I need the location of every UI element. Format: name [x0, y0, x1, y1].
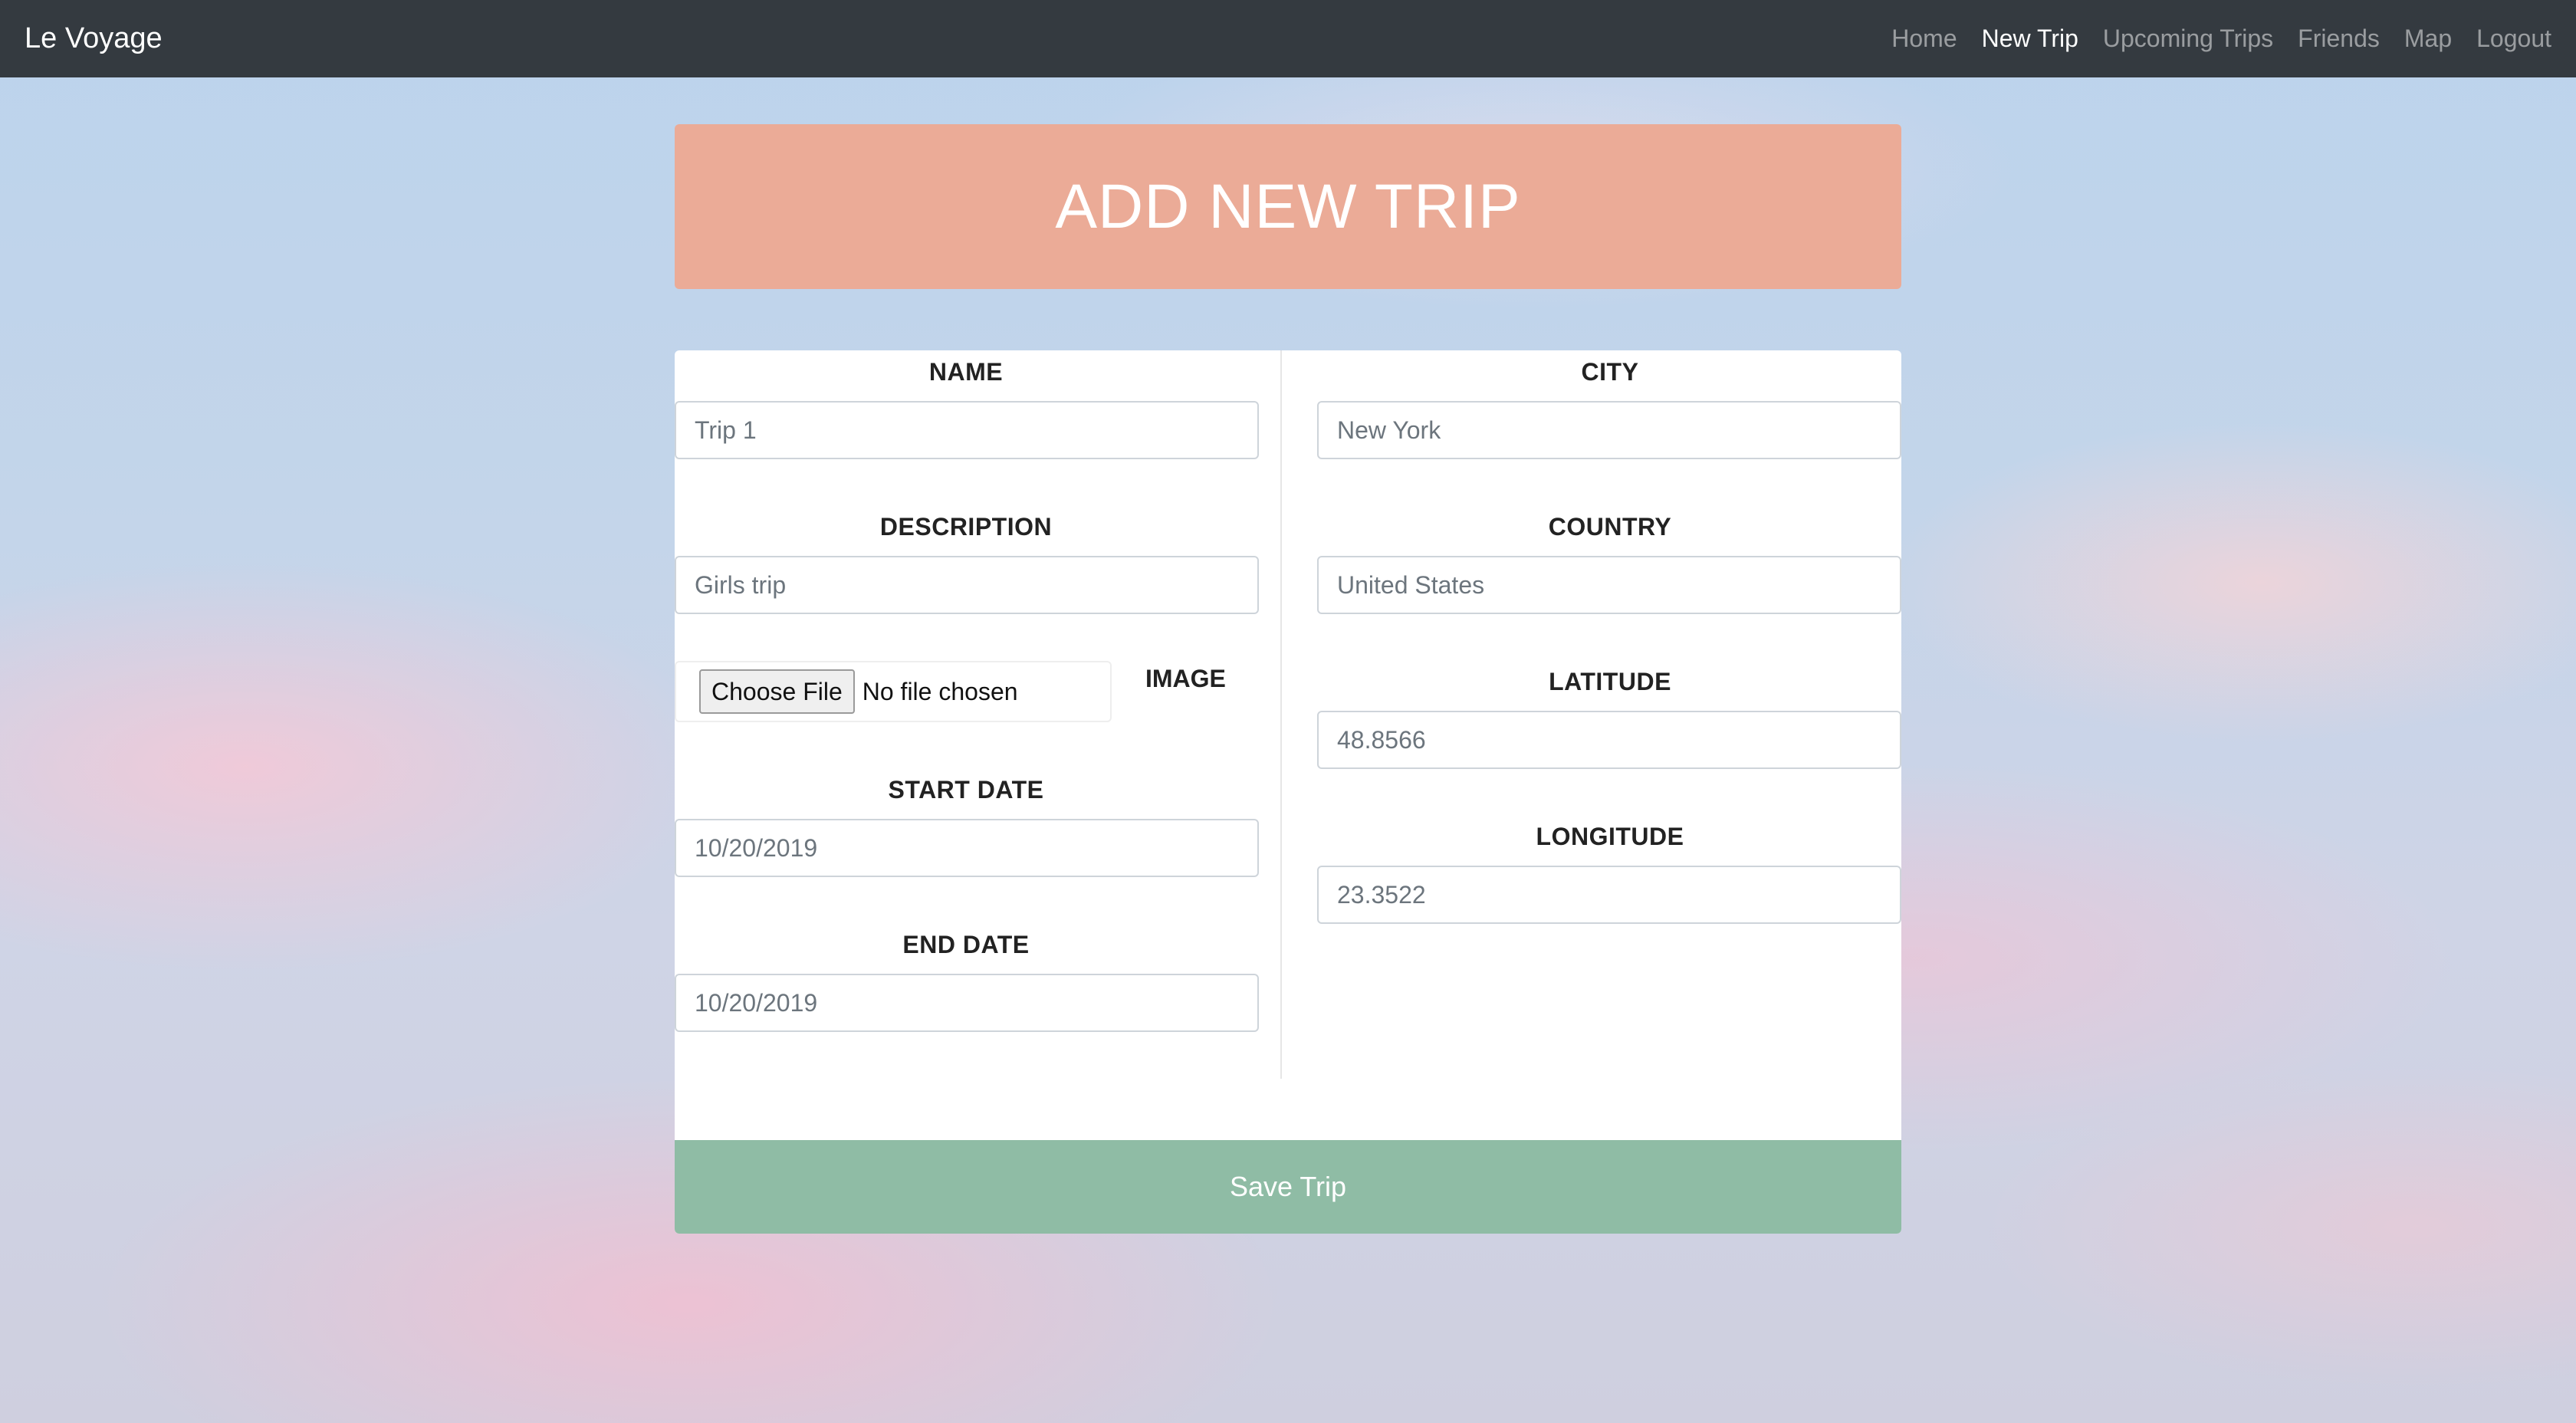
nav-link-new-trip[interactable]: New Trip: [1982, 25, 2078, 53]
longitude-label: LONGITUDE: [1536, 823, 1684, 850]
image-label: IMAGE: [1145, 665, 1226, 692]
nav-link-map[interactable]: Map: [2404, 25, 2452, 53]
nav-link-upcoming-trips[interactable]: Upcoming Trips: [2103, 25, 2273, 53]
description-label: DESCRIPTION: [879, 513, 1053, 541]
column-divider: [1280, 350, 1282, 1079]
nav-link-home[interactable]: Home: [1891, 25, 1957, 53]
longitude-input[interactable]: [1317, 866, 1901, 924]
country-input[interactable]: [1317, 556, 1901, 614]
city-label: CITY: [1581, 358, 1639, 386]
new-trip-form: NAME DESCRIPTION Choose File No file cho…: [675, 350, 1901, 1234]
latitude-input[interactable]: [1317, 711, 1901, 769]
end-date-input[interactable]: [675, 974, 1259, 1032]
nav-link-logout[interactable]: Logout: [2476, 25, 2551, 53]
latitude-label: LATITUDE: [1549, 668, 1671, 695]
nav-link-friends[interactable]: Friends: [2298, 25, 2380, 53]
nav-links: Home New Trip Upcoming Trips Friends Map…: [1891, 25, 2551, 53]
start-date-label: START DATE: [888, 776, 1044, 804]
city-input[interactable]: [1317, 401, 1901, 459]
page-title: ADD NEW TRIP: [1055, 171, 1521, 242]
description-input[interactable]: [675, 556, 1259, 614]
brand-logo-link[interactable]: Le Voyage: [25, 22, 163, 55]
country-label: COUNTRY: [1548, 513, 1672, 541]
top-navbar: Le Voyage Home New Trip Upcoming Trips F…: [0, 0, 2576, 77]
save-trip-button[interactable]: Save Trip: [675, 1140, 1901, 1234]
name-input[interactable]: [675, 401, 1259, 459]
file-status-text: No file chosen: [862, 677, 1018, 705]
end-date-label: END DATE: [902, 931, 1030, 958]
start-date-input[interactable]: [675, 819, 1259, 877]
name-label: NAME: [928, 358, 1004, 386]
page-header-banner: ADD NEW TRIP: [675, 124, 1901, 289]
choose-file-button[interactable]: Choose File: [699, 669, 855, 714]
image-file-input: Choose File No file chosen: [675, 661, 1112, 722]
